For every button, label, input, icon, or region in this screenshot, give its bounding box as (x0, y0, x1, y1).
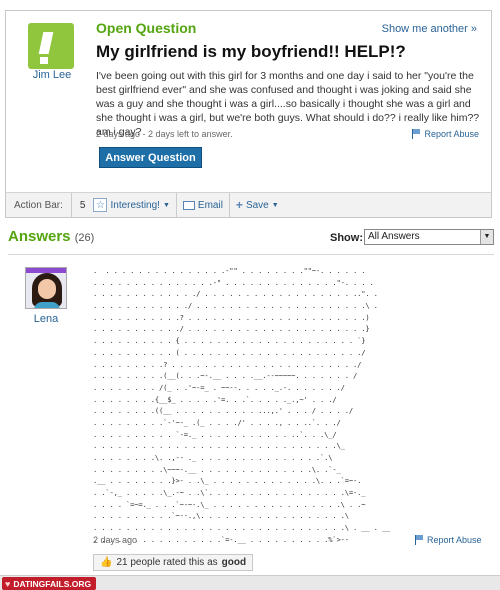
show-filter-label: Show: (330, 232, 363, 244)
thumbs-up-icon: 👍 (100, 557, 113, 568)
divider (8, 254, 494, 255)
avatar[interactable] (25, 267, 67, 309)
ascii-art-line: . . . . . . . .\. .,-- ._ . . . . . . . … (93, 453, 333, 462)
ascii-art-line: . .`-,_ . . . . .\_.-~ . .\`. . . . . . … (93, 488, 366, 498)
chevron-down-icon: ▼ (480, 230, 493, 244)
save-button[interactable]: + Save ▼ (230, 193, 285, 218)
action-bar: Action Bar: 5 ☆ Interesting! ▼ Email + S… (6, 192, 491, 218)
star-icon: ☆ (93, 198, 108, 212)
answers-filter-select[interactable]: All Answers ▼ (364, 229, 494, 245)
email-label: Email (197, 199, 223, 211)
ascii-art-line: . . . . . . . . . .`~--.,\. . . . . . . … (93, 511, 349, 521)
interesting-label: Interesting! (110, 199, 160, 211)
ascii-art-line: . . . . . . . .((__ . . . . . . . . . . … (93, 406, 354, 416)
footer-brand-logo: ♥ DATINGFAILS.ORG (2, 577, 97, 590)
answers-filter-value: All Answers (368, 231, 420, 242)
rating-value: good (221, 557, 247, 568)
show-another-link[interactable]: Show me another » (382, 23, 477, 35)
question-report-abuse-link[interactable]: Report Abuse (412, 129, 479, 139)
question-author[interactable]: Jim Lee (16, 69, 88, 81)
question-panel: Jim Lee Open Question Show me another » … (5, 10, 492, 218)
ascii-art-line: . . . . . . . . . . `-=._ . . . . . . . … (93, 429, 337, 439)
rating-prefix: 21 people rated this as (116, 557, 218, 568)
answer-report-abuse-link[interactable]: Report Abuse (415, 535, 482, 545)
email-button[interactable]: Email (177, 192, 230, 218)
report-abuse-label: Report Abuse (427, 535, 482, 545)
ascii-art-line: . . . . . . . . /(_ . .'~-=_ . ~~--. . .… (93, 382, 345, 392)
ascii-art-line: . . . . . . . . .\~~~-.__ . . . . . . . … (93, 464, 341, 474)
ascii-art-line: . . . . . . . . . . . . . . . . . . . . … (93, 441, 345, 451)
caret-down-icon: ▼ (162, 201, 170, 209)
answer-question-button[interactable]: Answer Question (99, 147, 202, 168)
flag-icon (415, 535, 424, 545)
footer-brand: DATINGFAILS.ORG (13, 578, 92, 589)
ascii-art-line: . . . . . . . . . . . ./ . . . . . . . .… (93, 301, 378, 311)
ascii-art-line: . . . . . . . . . . ( . . . . . . . . . … (93, 347, 366, 357)
ascii-art-line: . . . . . . . . . . . . . . .-" . . . . … (93, 277, 374, 287)
ascii-art-line: . . . . . . . . . . . . ./ . . . . . . .… (93, 289, 378, 299)
ascii-art-line: . . . . `=~=._ . . .`~-~-.\_ . . . . . .… (93, 499, 366, 509)
exclamation-logo-icon (28, 23, 74, 69)
question-meta: 2 days ago - 2 days left to answer. (96, 129, 233, 139)
ascii-art-line: . . . . . . . . . . ./ . . . . . . . . .… (93, 324, 370, 334)
answers-count: (26) (74, 232, 95, 244)
ascii-art-line: . . . . . . . . . . .? . . . . . . . . .… (93, 312, 370, 322)
ascii-art-line: .__ . . . . . . . .}>- . .\_ . . . . . .… (93, 476, 362, 486)
ascii-art-line: . . . . . . . .{__$_ . . . . .'=. . .`. … (93, 394, 337, 404)
heart-icon: ♥ (5, 578, 11, 589)
ascii-art-line: . . . . . . . . . . . . . . . . . . . . … (93, 523, 391, 533)
footer: ♥ DATINGFAILS.ORG (0, 575, 500, 590)
rating-badge: 👍 21 people rated this as good (93, 554, 254, 571)
ascii-art-line: . . . . . . . . .`-'~-_ .(_ . . . ./' . … (93, 417, 341, 427)
ascii-art-line: . . . . . . . . . . { . . . . . . . . . … (93, 336, 366, 346)
answers-title: Answers (8, 228, 71, 245)
ascii-art-line: . . . . . . . . .(__(. . .~-.__ . . . ._… (93, 371, 358, 381)
answer-author[interactable]: Lena (18, 313, 74, 325)
ascii-art-line: . . . . . . . . . . . . . . . .-"" . . .… (93, 266, 366, 275)
question-title: My girlfriend is my boyfriend!! HELP!? (96, 42, 406, 61)
ascii-art-line: . . . . . . . . .? . . . . . . . . . . .… (93, 359, 362, 369)
interesting-button[interactable]: ☆ Interesting! ▼ (85, 192, 177, 218)
report-abuse-label: Report Abuse (424, 129, 479, 139)
flag-icon (412, 129, 421, 139)
plus-icon: + (235, 198, 243, 212)
caret-down-icon: ▼ (271, 201, 279, 209)
question-status-label: Open Question (96, 20, 197, 36)
save-label: Save (245, 199, 269, 211)
ascii-art-answer: . . . . . . . . . . . . . . . .-"" . . .… (93, 265, 390, 546)
answers-heading: Answers (26) (8, 228, 94, 245)
ascii-art-line: . . . . . . . . . . . . . . . .`=-.__ . … (93, 534, 349, 544)
envelope-icon (182, 200, 195, 210)
action-bar-label: Action Bar: (6, 192, 72, 218)
answer-meta: 2 days ago (93, 535, 138, 545)
